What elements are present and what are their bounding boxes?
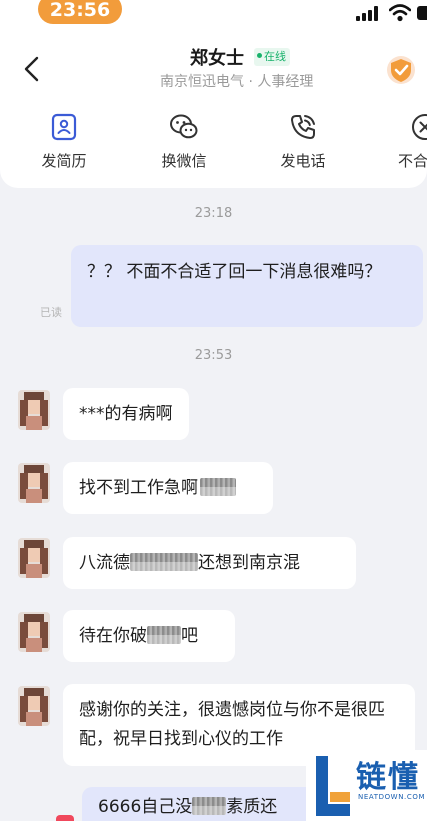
online-dot-icon (257, 53, 262, 58)
send-resume-label: 发简历 (41, 152, 87, 170)
close-icon (412, 114, 427, 140)
outgoing-message-text: 素质还 (226, 797, 278, 817)
not-suitable-button[interactable]: 不合 (388, 112, 427, 182)
watermark-site: NEATDOWN.COM (358, 793, 426, 801)
failed-indicator-icon (56, 815, 74, 821)
contact-name: 郑女士 (190, 48, 244, 69)
incoming-message-text: 还想到南京混 (198, 553, 300, 573)
incoming-message[interactable]: ***的有病啊 (63, 388, 189, 440)
watermark-brand: 链懂 (356, 760, 420, 795)
resume-icon (51, 113, 77, 141)
censored-mosaic (147, 626, 181, 644)
censored-mosaic (192, 797, 227, 815)
watermark-logo-icon (316, 756, 350, 816)
status-bar: 23:56 (0, 0, 427, 30)
status-time: 23:56 (38, 0, 122, 24)
incoming-message-text: 待在你破 (79, 626, 147, 646)
outgoing-message-text: 6666自己没 (98, 797, 193, 817)
avatar[interactable] (18, 538, 50, 578)
phone-icon (291, 115, 315, 139)
online-status-badge: 在线 (254, 48, 290, 66)
avatar[interactable] (18, 390, 50, 430)
message-timestamp: 23:53 (194, 348, 233, 363)
incoming-message[interactable]: 八流德 还想到南京混 (63, 537, 356, 589)
exchange-wechat-button[interactable]: 换微信 (149, 112, 219, 182)
chat-header: 23:56 郑女士 在线 南京恒迅电气 · 人事经理 发简历 换微信 发电话 不… (0, 0, 427, 188)
censored-mosaic (130, 553, 198, 571)
read-receipt: 已读 (40, 306, 62, 319)
online-status-label: 在线 (264, 50, 286, 63)
incoming-message-text: 吧 (181, 626, 198, 646)
call-phone-button[interactable]: 发电话 (268, 112, 338, 182)
outgoing-message[interactable]: 6666自己没 素质还 (82, 787, 334, 821)
back-button[interactable] (18, 55, 46, 83)
censored-mosaic (200, 478, 236, 496)
message-timestamp: 23:18 (194, 206, 233, 221)
watermark: 链懂 NEATDOWN.COM (306, 750, 427, 821)
avatar[interactable] (18, 612, 50, 652)
send-resume-button[interactable]: 发简历 (29, 112, 99, 182)
outgoing-message[interactable]: ？？ 不面不合适了回一下消息很难吗？ (71, 245, 423, 327)
contact-company-role: 南京恒迅电气 · 人事经理 (160, 74, 314, 90)
exchange-wechat-label: 换微信 (161, 152, 207, 170)
wifi-icon (389, 4, 411, 22)
avatar[interactable] (18, 686, 50, 726)
not-suitable-label: 不合 (398, 152, 427, 170)
incoming-message-text: 找不到工作急啊 (79, 478, 198, 498)
battery-icon (417, 6, 427, 20)
incoming-message-text: 八流德 (79, 553, 130, 573)
wechat-icon (170, 114, 198, 139)
call-phone-label: 发电话 (280, 152, 326, 170)
verified-check-icon[interactable] (386, 55, 416, 85)
incoming-message[interactable]: 找不到工作急啊 (63, 462, 273, 514)
incoming-message[interactable]: 待在你破 吧 (63, 610, 235, 662)
avatar[interactable] (18, 463, 50, 503)
signal-icon (356, 5, 382, 21)
